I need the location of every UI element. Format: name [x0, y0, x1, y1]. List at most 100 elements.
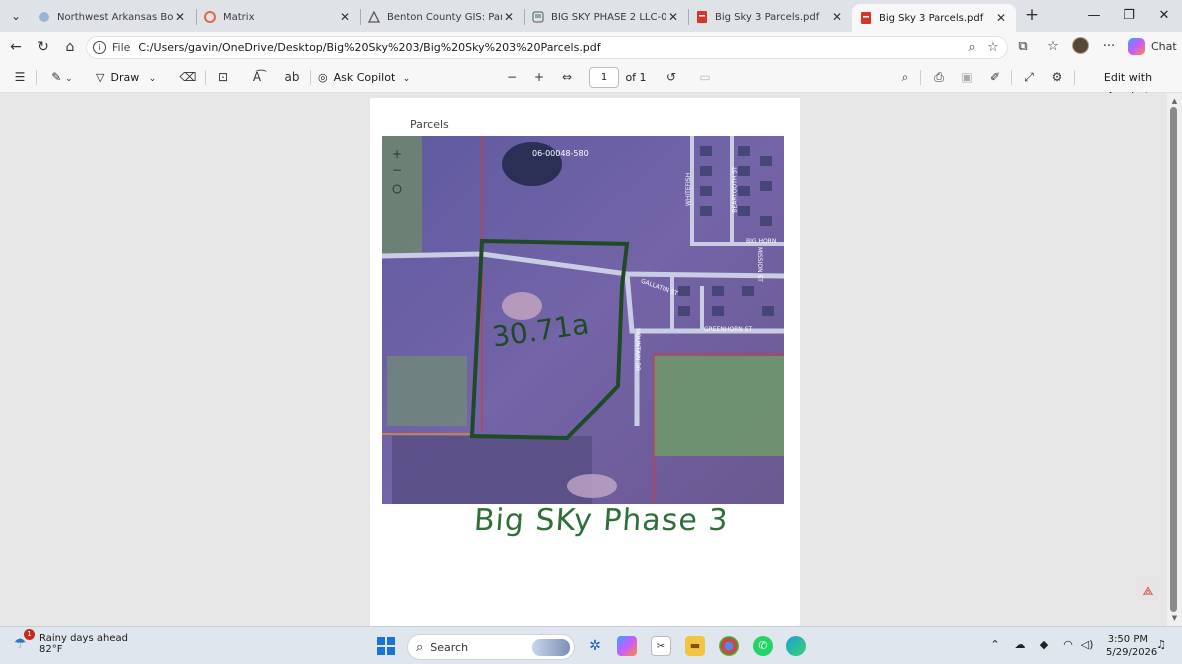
start-button[interactable] — [377, 637, 395, 655]
dropbox-icon[interactable]: ◆ — [1036, 637, 1052, 653]
tab-big-sky-phase-2[interactable]: BIG SKY PHASE 2 LLC-06-000 ✕ — [524, 4, 688, 30]
close-icon[interactable]: ✕ — [994, 11, 1008, 25]
eraser-icon[interactable]: ⌫ — [178, 68, 198, 87]
street-label-big-horn: BIG HORN — [746, 238, 777, 245]
pdf-toolbar: ☰ ✎ ⌄ ▽ Draw ⌄ ⌫ ⊡ A͡ ab ◎ Ask Copilot ⌄ −… — [0, 62, 1182, 103]
acrobat-icon[interactable]: ⟁ — [1137, 581, 1159, 601]
page-heading: Parcels — [410, 118, 449, 131]
widgets-app-icon[interactable]: ✲ — [585, 636, 605, 656]
street-label-whitefish: WHITEFISH — [685, 172, 693, 207]
draw-label: Draw — [110, 71, 140, 84]
more-options-icon[interactable]: ··· — [1099, 37, 1119, 57]
favorites-icon[interactable]: ☆ — [1043, 37, 1063, 57]
tab-matrix[interactable]: Matrix ✕ — [196, 4, 360, 30]
draw-dropdown[interactable]: ▽ Draw ⌄ — [96, 68, 168, 87]
address-toolbar: ← ↻ ⌂ i File C:/Users/gavin/OneDrive/Des… — [0, 32, 1182, 62]
tab-title: BIG SKY PHASE 2 LLC-06-000 — [551, 11, 666, 23]
rotate-icon[interactable]: ↺ — [661, 68, 681, 87]
parcel-id-label: 06-00048-580 — [532, 149, 589, 158]
system-clock[interactable]: 3:50 PM 5/29/2026 — [1106, 633, 1157, 659]
copilot-app-icon[interactable] — [617, 636, 637, 656]
minimize-button[interactable]: — — [1079, 6, 1109, 26]
tab-benton-gis[interactable]: Benton County GIS: Parcels ✕ — [360, 4, 524, 30]
chevron-down-icon: ⌄ — [402, 74, 411, 84]
tab-big-sky-3-parcels-active[interactable]: Big Sky 3 Parcels.pdf ✕ — [852, 4, 1016, 32]
favorite-star-icon[interactable]: ☆ — [984, 39, 1002, 57]
close-icon[interactable]: ✕ — [502, 10, 516, 24]
pdf-page: Parcels + − 06-00048-580 BIG HORN GALLAT… — [370, 98, 800, 626]
pdf-icon — [696, 11, 708, 23]
globe-icon — [38, 11, 50, 23]
save-icon[interactable]: ▣ — [957, 68, 977, 87]
contents-icon[interactable]: ☰ — [10, 68, 30, 87]
text-box-icon[interactable]: ⊡ — [213, 68, 233, 87]
clock-time: 3:50 PM — [1107, 634, 1148, 645]
tab-actions-menu-icon[interactable]: ⌄ — [6, 6, 26, 26]
fit-page-icon[interactable]: ⇔ — [557, 68, 577, 87]
refresh-button[interactable]: ↻ — [33, 37, 53, 57]
snipping-tool-icon[interactable]: ✂ — [651, 636, 671, 656]
volume-icon[interactable]: ◁) — [1079, 637, 1095, 653]
address-bar[interactable]: i File C:/Users/gavin/OneDrive/Desktop/B… — [86, 36, 1008, 59]
scroll-down-arrow-icon[interactable]: ▼ — [1169, 614, 1180, 624]
fullscreen-icon[interactable]: ⤢ — [1019, 68, 1039, 87]
page-number-input[interactable]: 1 — [589, 67, 619, 88]
tab-nwa-board[interactable]: Northwest Arkansas Board of ✕ — [30, 4, 195, 30]
highlight-dropdown[interactable]: ✎ ⌄ — [44, 68, 80, 87]
back-button[interactable]: ← — [6, 37, 26, 57]
save-as-icon[interactable]: ✐ — [985, 68, 1005, 87]
new-tab-button[interactable]: + — [1022, 6, 1042, 26]
tab-big-sky-3-parcels-1[interactable]: Big Sky 3 Parcels.pdf ✕ — [688, 4, 852, 30]
map-zoom-out-icon: − — [392, 163, 402, 177]
zoom-out-button[interactable]: − — [502, 68, 522, 87]
file-explorer-icon[interactable]: ▬ — [685, 636, 705, 656]
translate-icon[interactable]: ab — [281, 68, 303, 87]
whatsapp-icon[interactable]: ✆ — [753, 636, 773, 656]
page-icon — [532, 11, 544, 23]
tray-overflow-chevron-icon[interactable]: ⌃ — [987, 637, 1003, 653]
zoom-icon[interactable]: ⌕ — [963, 39, 981, 57]
copilot-chat-button[interactable]: Chat — [1128, 37, 1177, 55]
home-button[interactable]: ⌂ — [60, 37, 80, 57]
url-text[interactable]: C:/Users/gavin/OneDrive/Desktop/Big%20Sk… — [138, 41, 600, 54]
edge-icon[interactable] — [786, 636, 806, 656]
close-icon[interactable]: ✕ — [666, 10, 680, 24]
close-icon[interactable]: ✕ — [338, 10, 352, 24]
notification-bell-icon[interactable]: ♫ — [1153, 637, 1169, 653]
profile-avatar[interactable] — [1072, 37, 1089, 54]
onedrive-cloud-icon[interactable]: ☁ — [1012, 637, 1028, 653]
matrix-icon — [204, 11, 216, 23]
scroll-up-arrow-icon[interactable]: ▲ — [1169, 97, 1180, 107]
ask-copilot-label: Ask Copilot — [333, 71, 396, 84]
chevron-down-icon: ⌄ — [65, 74, 73, 84]
map-zoom-in-icon: + — [392, 147, 402, 161]
info-icon[interactable]: i — [93, 41, 106, 54]
copilot-icon — [1128, 37, 1145, 55]
maximize-button[interactable]: ❐ — [1114, 6, 1144, 26]
taskbar-search[interactable]: ⌕ Search — [407, 634, 575, 660]
close-window-button[interactable]: ✕ — [1149, 6, 1179, 26]
wifi-icon[interactable]: ◠ — [1060, 637, 1076, 653]
search-label: Search — [430, 640, 469, 654]
highlighter-icon: ✎ — [51, 70, 62, 84]
extensions-icon[interactable]: ⧉ — [1013, 37, 1033, 57]
search-icon[interactable]: ⌕ — [895, 68, 915, 87]
close-icon[interactable]: ✕ — [830, 10, 844, 24]
print-icon[interactable]: ⎙ — [929, 68, 949, 87]
settings-gear-icon[interactable]: ⚙ — [1047, 68, 1067, 87]
tab-title: Big Sky 3 Parcels.pdf — [715, 11, 820, 23]
chrome-icon[interactable] — [719, 636, 739, 656]
scrollbar-thumb[interactable] — [1170, 107, 1177, 612]
tab-title: Benton County GIS: Parcels — [387, 11, 502, 23]
chat-label: Chat — [1151, 39, 1177, 53]
edit-with-acrobat-button[interactable]: Edit with Acrobat — [1082, 68, 1174, 103]
tab-strip: ⌄ Northwest Arkansas Board of ✕ Matrix ✕… — [0, 0, 1182, 32]
weather-widget[interactable]: ☂ 1 Rainy days ahead 82°F — [14, 629, 128, 655]
read-aloud-icon[interactable]: A͡ — [246, 68, 268, 87]
two-page-view-icon[interactable]: ▭ — [695, 68, 715, 87]
weather-title: Rainy days ahead — [39, 633, 128, 644]
zoom-in-button[interactable]: + — [529, 68, 549, 87]
close-icon[interactable]: ✕ — [173, 10, 187, 24]
ask-copilot-button[interactable]: ◎ Ask Copilot ⌄ — [318, 68, 418, 87]
weather-temp: 82°F — [39, 644, 63, 655]
